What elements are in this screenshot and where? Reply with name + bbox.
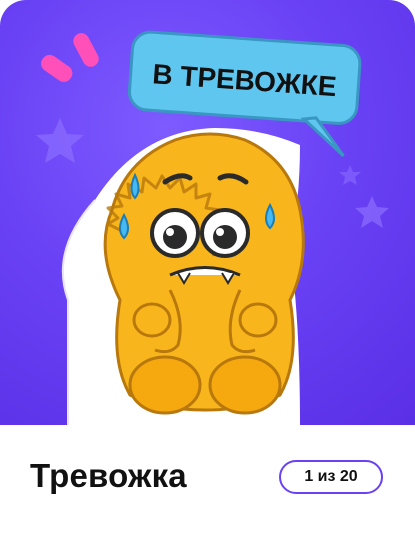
exclamation-icon (41, 33, 99, 82)
page-counter-badge[interactable]: 1 из 20 (279, 460, 383, 494)
sticker-card[interactable]: В ТРЕВОЖКЕ Тревожка 1 из 20 (0, 0, 415, 540)
sticker-footer: Тревожка 1 из 20 (0, 425, 415, 540)
sticker-title: Тревожка (30, 457, 187, 494)
sticker-preview: В ТРЕВОЖКЕ (0, 0, 415, 425)
sticker-illustration: В ТРЕВОЖКЕ (36, 30, 389, 425)
